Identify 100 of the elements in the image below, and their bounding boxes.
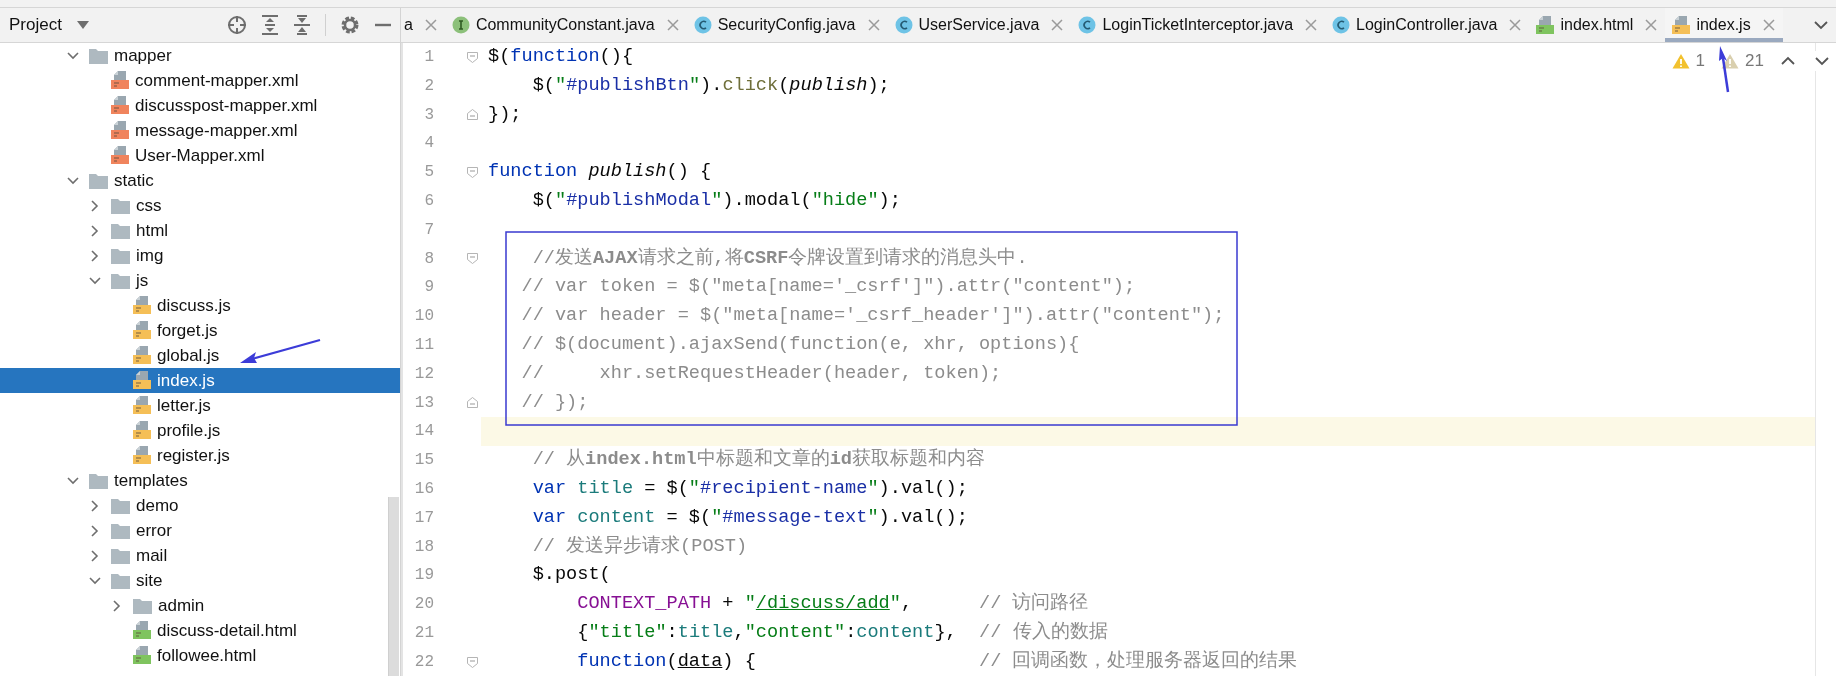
- line-number: 22: [413, 651, 435, 673]
- dropdown-caret-icon[interactable]: [75, 20, 90, 30]
- folder-icon: [89, 472, 108, 489]
- close-icon[interactable]: [866, 18, 881, 32]
- tree-item[interactable]: templates: [0, 468, 400, 493]
- code-line: CONTEXT_PATH + "/discuss/add", // 访问路径: [576, 591, 1089, 617]
- tree-item[interactable]: html: [0, 218, 400, 243]
- close-icon[interactable]: [1304, 18, 1319, 32]
- code-line: // xhr.setRequestHeader(header, token);: [520, 361, 1002, 386]
- line-number: 3: [423, 104, 435, 126]
- tree-item[interactable]: mapper: [0, 43, 400, 68]
- html-file-icon: [133, 621, 151, 640]
- tree-item[interactable]: profile.js: [0, 418, 400, 443]
- expand-all-icon[interactable]: [261, 15, 279, 35]
- editor-tab[interactable]: LoginTicketInterceptor.java: [1071, 8, 1326, 42]
- folder-icon: [111, 547, 130, 564]
- line-number: 19: [413, 565, 435, 587]
- locate-icon[interactable]: [227, 15, 247, 35]
- code-line: {"title":title,"content":content}, // 传入的数据: [576, 620, 1108, 645]
- class-icon: [1332, 16, 1351, 34]
- code-line: // var token = $("meta[name='_csrf']").attr("content");: [520, 275, 1136, 300]
- code-line: var title = $("#recipient-name").val();: [531, 476, 968, 501]
- line-number: 5: [423, 162, 435, 184]
- html-file-icon: [133, 646, 151, 665]
- folder-icon: [111, 222, 130, 239]
- tree-item[interactable]: message-mapper.xml: [0, 118, 400, 143]
- tree-item[interactable]: static: [0, 168, 400, 193]
- xml-file-icon: [111, 71, 129, 90]
- close-icon[interactable]: [1050, 18, 1065, 32]
- tree-item[interactable]: css: [0, 193, 400, 218]
- tree-item[interactable]: index.js: [0, 368, 400, 393]
- folder-icon: [111, 247, 130, 264]
- js-file-icon: [1672, 15, 1691, 35]
- line-number: 4: [423, 133, 435, 155]
- xml-file-icon: [111, 146, 129, 165]
- folder-icon: [111, 272, 130, 289]
- line-number: 18: [413, 536, 435, 558]
- close-icon[interactable]: [423, 18, 438, 32]
- code-line: $.post(: [531, 563, 611, 588]
- tree-item[interactable]: error: [0, 518, 400, 543]
- tree-item[interactable]: discusspost-mapper.xml: [0, 93, 400, 118]
- close-icon[interactable]: [1508, 18, 1523, 32]
- line-number: 6: [423, 191, 435, 212]
- tree-item[interactable]: comment-mapper.xml: [0, 68, 400, 93]
- code-line: //发送AJAX请求之前,将CSRF令牌设置到请求的消息头中.: [531, 246, 1028, 271]
- line-number: 12: [413, 363, 435, 385]
- code-line: function publish() {: [487, 160, 712, 185]
- tree-item[interactable]: demo: [0, 493, 400, 518]
- html-file-icon: [1536, 15, 1555, 35]
- js-file-icon: [133, 321, 151, 340]
- folder-icon: [111, 197, 130, 214]
- tree-item[interactable]: register.js: [0, 443, 400, 468]
- code-line: // });: [520, 390, 589, 415]
- tree-item[interactable]: mail: [0, 543, 400, 568]
- scrollbar-thumb[interactable]: [388, 497, 399, 676]
- line-number: 13: [413, 392, 435, 414]
- tree-item[interactable]: global.js: [0, 343, 400, 368]
- tree-item[interactable]: admin: [0, 593, 400, 618]
- editor-tab[interactable]: CommunityConstant.java: [444, 8, 687, 42]
- line-number: 15: [413, 450, 435, 472]
- editor-tab[interactable]: a: [401, 8, 445, 42]
- code-line: // 发送异步请求(POST): [531, 534, 748, 559]
- interface-icon: [451, 16, 470, 34]
- tree-item[interactable]: js: [0, 268, 400, 293]
- warning-count[interactable]: 21: [1745, 51, 1764, 71]
- close-icon[interactable]: [1644, 18, 1659, 32]
- class-icon: [894, 16, 913, 34]
- tree-item[interactable]: discuss-detail.html: [0, 618, 400, 643]
- editor-tab[interactable]: UserService.java: [887, 8, 1072, 42]
- collapse-all-icon[interactable]: [293, 15, 311, 35]
- folder-icon: [133, 597, 152, 614]
- js-file-icon: [133, 396, 151, 415]
- tree-item[interactable]: img: [0, 243, 400, 268]
- close-icon[interactable]: [1761, 18, 1776, 32]
- line-number: 14: [413, 421, 435, 443]
- tree-item[interactable]: User-Mapper.xml: [0, 143, 400, 168]
- code-line: // var header = $("meta[name='_csrf_header']").attr("content");: [520, 304, 1225, 329]
- line-number: 17: [413, 507, 435, 529]
- line-number: 11: [413, 334, 435, 356]
- line-number: 7: [423, 219, 435, 241]
- settings-icon[interactable]: [340, 15, 360, 35]
- panel-title[interactable]: Project: [9, 15, 62, 35]
- line-number: 1: [423, 47, 435, 68]
- editor-tab[interactable]: index.html: [1529, 8, 1666, 42]
- tree-item[interactable]: followee.html: [0, 643, 400, 668]
- tree-item[interactable]: site: [0, 568, 400, 593]
- line-number: 16: [413, 478, 435, 500]
- xml-file-icon: [111, 121, 129, 140]
- tree-item[interactable]: letter.js: [0, 393, 400, 418]
- code-line: $(function(){: [487, 45, 634, 69]
- close-icon[interactable]: [665, 18, 680, 32]
- code-line: $("#publishBtn").click(publish);: [531, 73, 890, 98]
- editor-tab[interactable]: SecurityConfig.java: [686, 8, 888, 42]
- line-number: 21: [413, 622, 435, 644]
- class-icon: [1078, 16, 1097, 34]
- editor-tab[interactable]: LoginController.java: [1325, 8, 1530, 42]
- js-file-icon: [133, 371, 151, 390]
- tree-item[interactable]: forget.js: [0, 318, 400, 343]
- tree-item[interactable]: discuss.js: [0, 293, 400, 318]
- warning-count[interactable]: 1: [1695, 51, 1706, 71]
